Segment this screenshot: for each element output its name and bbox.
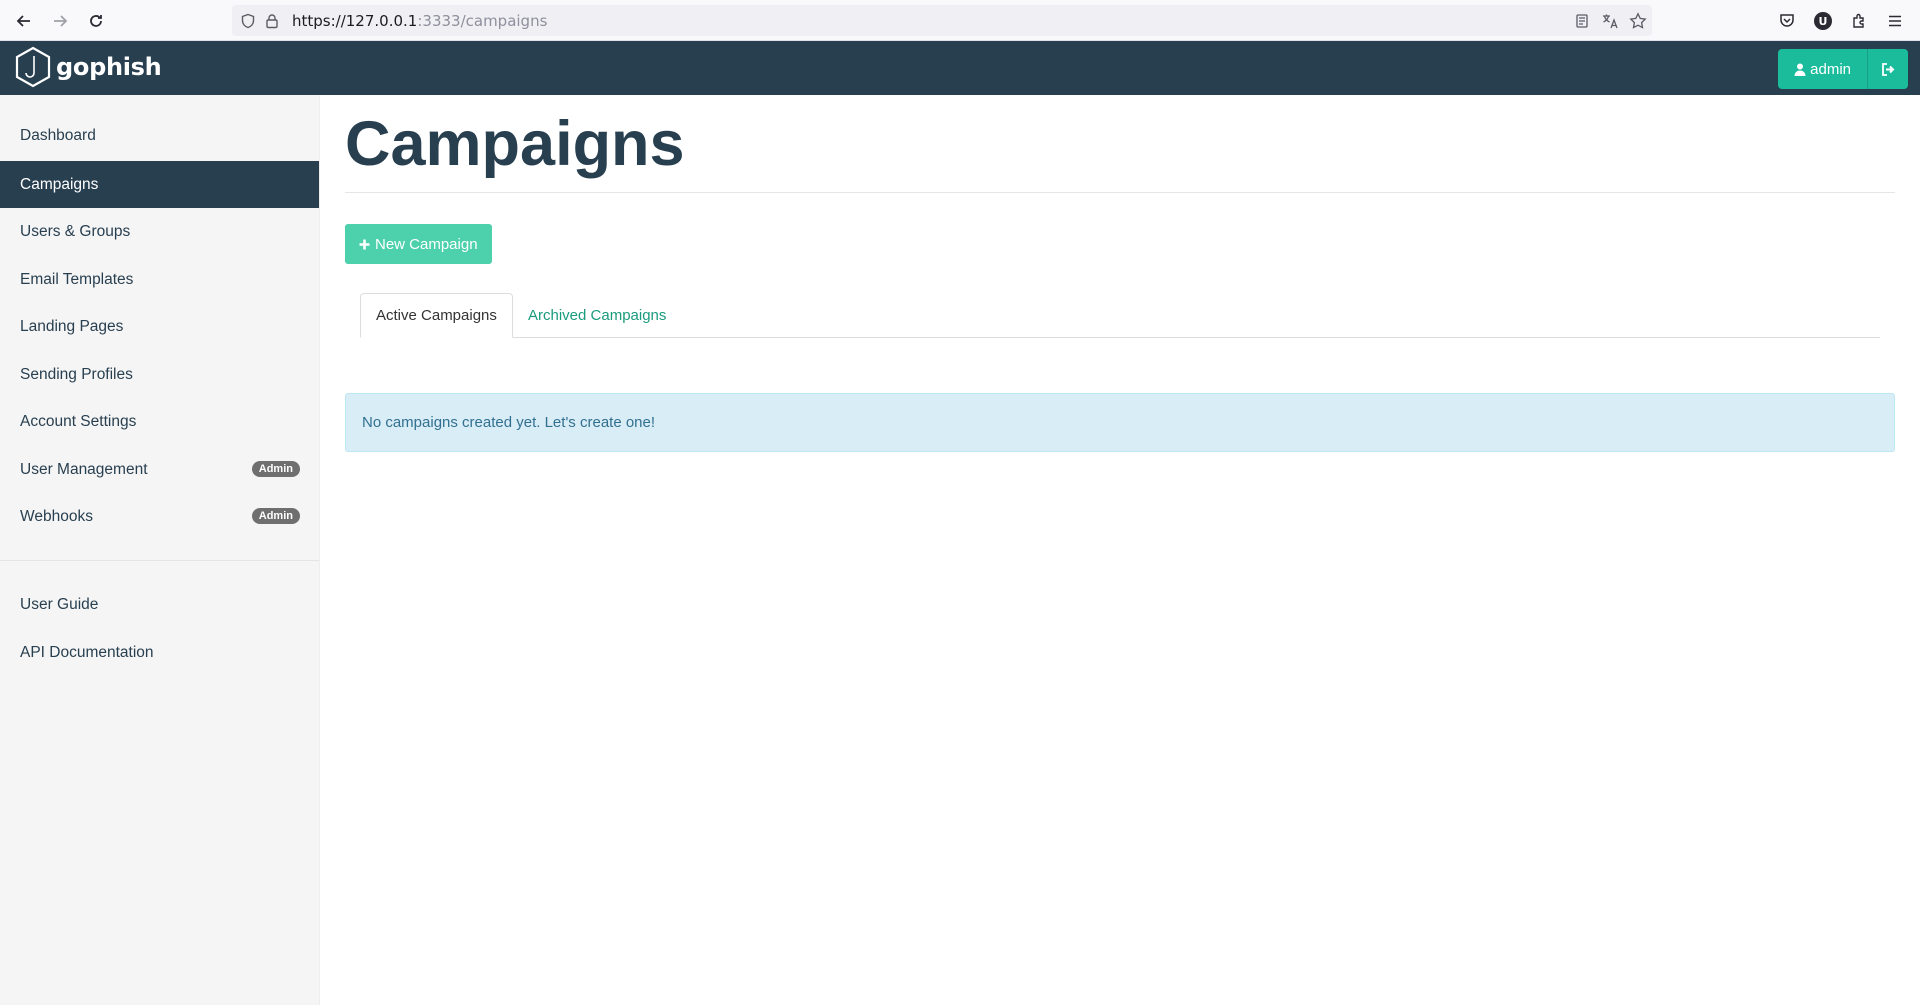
sidebar-divider: [0, 560, 319, 561]
sidebar-item-label: Dashboard: [20, 126, 96, 144]
sidebar: Dashboard Campaigns Users & Groups Email…: [0, 95, 320, 1005]
sidebar-item-label: Landing Pages: [20, 317, 124, 335]
gophish-logo-icon: [15, 46, 51, 88]
pocket-icon[interactable]: [1776, 10, 1798, 32]
bookmark-star-icon[interactable]: [1628, 11, 1648, 31]
reload-button[interactable]: [82, 8, 110, 34]
account-avatar-icon[interactable]: U: [1812, 10, 1834, 32]
page-title: Campaigns: [345, 109, 685, 179]
sidebar-item-api-documentation[interactable]: API Documentation: [0, 629, 319, 676]
sidebar-item-label: Webhooks: [20, 507, 93, 525]
browser-toolbar: https://127.0.0.1:3333/campaigns U: [0, 0, 1920, 41]
app-navbar: gophish admin: [0, 41, 1920, 95]
sign-out-icon: [1881, 62, 1894, 76]
admin-user-button[interactable]: admin: [1778, 49, 1868, 89]
admin-badge: Admin: [251, 508, 300, 524]
sidebar-item-label: Users & Groups: [20, 222, 131, 240]
sidebar-item-webhooks[interactable]: Webhooks Admin: [0, 493, 319, 540]
sidebar-item-campaigns[interactable]: Campaigns: [0, 161, 319, 208]
shield-icon[interactable]: [238, 11, 258, 31]
user-button-group: admin: [1778, 49, 1908, 89]
user-icon: [1794, 63, 1806, 76]
brand-name: gophish: [56, 53, 162, 81]
sidebar-item-label: Email Templates: [20, 270, 134, 288]
tab-label: Archived Campaigns: [528, 307, 667, 324]
brand-logo[interactable]: gophish: [14, 46, 162, 88]
sidebar-item-label: Account Settings: [20, 412, 137, 430]
campaign-tabs: Active Campaigns Archived Campaigns: [360, 293, 1880, 338]
admin-badge: Admin: [251, 461, 300, 477]
sidebar-item-sending-profiles[interactable]: Sending Profiles: [0, 351, 319, 398]
sidebar-item-label: User Management: [20, 460, 148, 478]
plus-icon: [359, 239, 370, 249]
tab-archived-campaigns[interactable]: Archived Campaigns: [513, 293, 681, 338]
forward-button[interactable]: [46, 8, 74, 34]
title-divider: [345, 192, 1895, 193]
extensions-icon[interactable]: [1848, 10, 1870, 32]
logout-button[interactable]: [1868, 49, 1908, 89]
sidebar-item-user-guide[interactable]: User Guide: [0, 581, 319, 628]
new-campaign-button[interactable]: New Campaign: [345, 224, 492, 264]
menu-icon[interactable]: [1884, 10, 1906, 32]
sidebar-item-dashboard[interactable]: Dashboard: [0, 112, 319, 159]
admin-user-label: admin: [1810, 60, 1851, 78]
address-bar[interactable]: https://127.0.0.1:3333/campaigns: [232, 5, 1652, 36]
translate-icon[interactable]: [1600, 11, 1620, 31]
url-text: https://127.0.0.1:3333/campaigns: [292, 12, 547, 30]
sidebar-item-label: User Guide: [20, 595, 99, 613]
url-host: https://127.0.0.1: [292, 12, 418, 30]
url-path: :3333/campaigns: [417, 12, 548, 30]
sidebar-item-account-settings[interactable]: Account Settings: [0, 398, 319, 445]
sidebar-item-label: Campaigns: [20, 175, 99, 193]
svg-text:U: U: [1819, 15, 1828, 28]
reader-view-icon[interactable]: [1572, 11, 1592, 31]
sidebar-item-users-groups[interactable]: Users & Groups: [0, 208, 319, 255]
sidebar-item-email-templates[interactable]: Email Templates: [0, 256, 319, 303]
empty-campaigns-alert: No campaigns created yet. Let's create o…: [345, 393, 1895, 452]
sidebar-item-landing-pages[interactable]: Landing Pages: [0, 303, 319, 350]
sidebar-item-label: Sending Profiles: [20, 365, 133, 383]
sidebar-item-user-management[interactable]: User Management Admin: [0, 446, 319, 493]
sidebar-item-label: API Documentation: [20, 643, 154, 661]
lock-icon[interactable]: [262, 11, 282, 31]
empty-campaigns-message: No campaigns created yet. Let's create o…: [362, 414, 656, 431]
tab-active-campaigns[interactable]: Active Campaigns: [360, 293, 513, 338]
tab-label: Active Campaigns: [376, 307, 497, 324]
back-button[interactable]: [10, 8, 38, 34]
new-campaign-label: New Campaign: [375, 235, 478, 253]
